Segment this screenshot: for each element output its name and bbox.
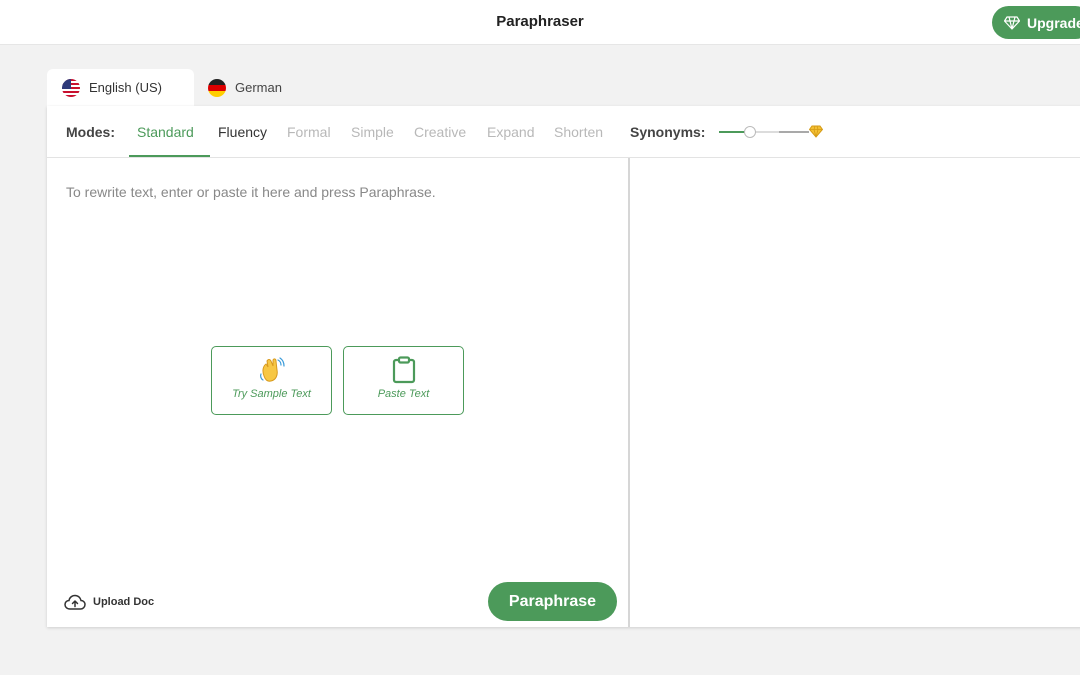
upload-doc-button[interactable]: Upload Doc (64, 594, 154, 610)
diamond-icon (809, 125, 823, 138)
mode-shorten[interactable]: Shorten (554, 124, 603, 140)
mode-expand[interactable]: Expand (487, 124, 534, 140)
tab-english-us-label: English (US) (89, 80, 162, 95)
clipboard-icon (392, 356, 415, 384)
germany-flag-icon (208, 78, 226, 97)
mode-formal[interactable]: Formal (287, 124, 331, 140)
page-title: Paraphraser (496, 13, 584, 30)
mode-creative[interactable]: Creative (414, 124, 466, 140)
synonyms-label: Synonyms: (630, 124, 706, 140)
cloud-upload-icon (64, 594, 86, 610)
tab-english-us[interactable]: English (US) (47, 69, 194, 106)
upgrade-label: Upgrade (1027, 14, 1080, 31)
mode-standard[interactable]: Standard (137, 124, 194, 140)
try-sample-text-label: Try Sample Text (232, 388, 311, 400)
mode-fluency[interactable]: Fluency (218, 124, 267, 140)
tab-german-label: German (235, 80, 282, 95)
waving-hands-icon (259, 357, 285, 382)
synonyms-slider[interactable] (719, 125, 827, 139)
paraphraser-panel: Modes: Standard Fluency Formal Simple Cr… (47, 106, 1080, 627)
upload-doc-label: Upload Doc (93, 596, 155, 608)
editor-placeholder: To rewrite text, enter or paste it here … (66, 184, 436, 200)
paste-text-button[interactable]: Paste Text (343, 346, 464, 415)
us-flag-icon (62, 78, 80, 97)
modes-label: Modes: (66, 124, 115, 140)
diamond-icon (1004, 15, 1020, 30)
input-editor[interactable]: To rewrite text, enter or paste it here … (47, 158, 628, 627)
tab-german[interactable]: German (194, 69, 314, 106)
modes-bar: Modes: Standard Fluency Formal Simple Cr… (47, 106, 1080, 158)
active-mode-indicator (129, 155, 210, 157)
upgrade-button[interactable]: Upgrade (992, 6, 1080, 39)
mode-simple[interactable]: Simple (351, 124, 394, 140)
try-sample-text-button[interactable]: Try Sample Text (211, 346, 332, 415)
slider-track-premium (779, 131, 809, 133)
slider-handle[interactable] (744, 126, 756, 138)
top-bar: Paraphraser Upgrade (0, 0, 1080, 45)
output-editor[interactable] (630, 158, 1080, 627)
paste-text-label: Paste Text (377, 388, 430, 400)
paraphrase-button[interactable]: Paraphrase (488, 582, 617, 621)
